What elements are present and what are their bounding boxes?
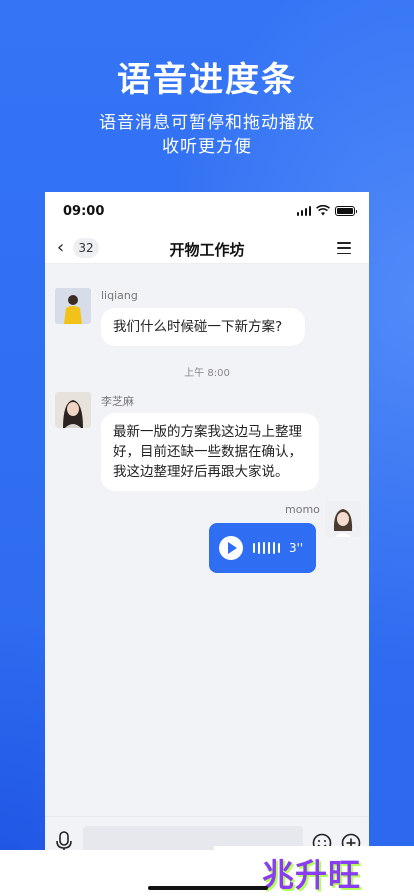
message-bubble[interactable]: 我们什么时候碰一下新方案?: [101, 308, 305, 346]
chat-title: 开物工作坊: [169, 241, 245, 259]
phone-screen: 09:00 ‹ 32 开物工作坊 liqiang 我们什么时候碰一下新方案? 上…: [45, 192, 369, 896]
message-bubble[interactable]: 最新一版的方案我这边马上整理 好，目前还缺一些数据在确认， 我这边整理好后再跟大…: [101, 413, 319, 491]
promo-subline-2: 收听更方便: [162, 137, 252, 157]
watermark-logo: 兆升旺: [262, 856, 362, 894]
promo-subline-1: 语音消息可暂停和拖动播放: [99, 113, 315, 133]
timestamp: 上午 8:00: [184, 368, 230, 379]
avatar-lizhima[interactable]: [55, 392, 91, 428]
status-bar: 09:00: [45, 192, 369, 232]
voice-message-bubble[interactable]: 3'': [209, 523, 316, 573]
play-icon[interactable]: [219, 536, 243, 560]
status-icons: [296, 205, 357, 216]
wifi-icon: [316, 205, 330, 216]
promo-headline: 语音进度条: [117, 60, 297, 100]
sender-name: liqiang: [101, 289, 138, 302]
avatar-liqiang[interactable]: [55, 288, 91, 324]
voice-duration: 3'': [289, 541, 304, 555]
waveform-icon[interactable]: [253, 542, 280, 554]
cellular-signal-icon: [296, 205, 311, 216]
sender-name: momo: [285, 503, 320, 516]
message-line: 好，目前还缺一些数据在确认，: [113, 444, 302, 460]
sender-name: 李芝麻: [101, 395, 134, 408]
home-indicator[interactable]: [148, 886, 268, 890]
status-time: 09:00: [63, 204, 105, 219]
message-line: 最新一版的方案我这边马上整理: [113, 424, 302, 440]
chat-header: ‹ 32 开物工作坊: [45, 232, 369, 264]
message-line: 我这边整理好后再跟大家说。: [113, 464, 289, 480]
menu-icon[interactable]: [337, 242, 351, 258]
avatar-momo[interactable]: [325, 501, 361, 537]
battery-icon: [335, 205, 357, 216]
